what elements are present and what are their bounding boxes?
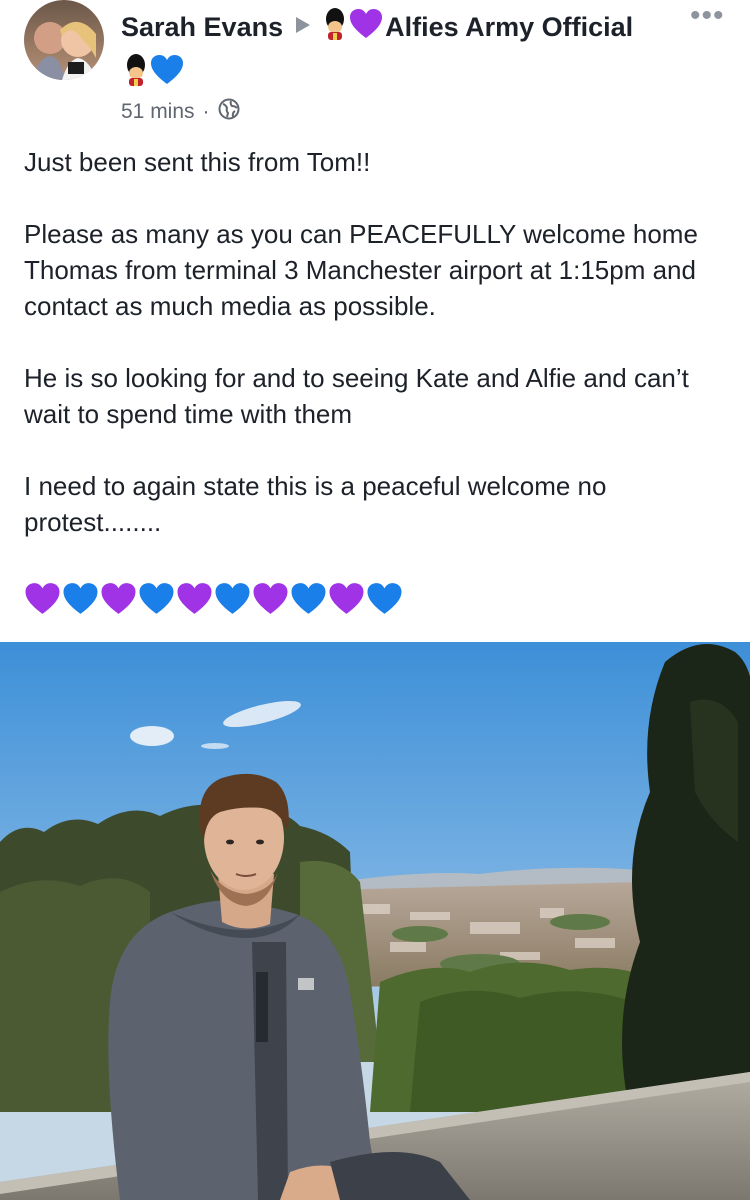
- guard-icon: [122, 54, 150, 91]
- purple-heart-icon: [176, 582, 213, 621]
- globe-icon: [218, 98, 240, 126]
- purple-heart-icon: [349, 8, 383, 47]
- avatar[interactable]: [24, 0, 104, 80]
- post-body: Just been sent this from Tom!! Please as…: [24, 144, 724, 576]
- group-name[interactable]: Alfies Army Official: [385, 12, 633, 43]
- blue-heart-icon: [62, 582, 99, 621]
- post-header: Sarah Evans Alfies Army Official ••• 51 …: [0, 0, 750, 130]
- guard-icon: [321, 8, 349, 47]
- group-emojis-continued: [122, 54, 184, 91]
- more-options-icon[interactable]: •••: [690, 1, 725, 31]
- purple-heart-icon: [252, 582, 289, 621]
- group-emojis: [321, 8, 383, 47]
- post-paragraph: I need to again state this is a peaceful…: [24, 471, 607, 537]
- post-paragraph: He is so looking for and to seeing Kate …: [24, 363, 689, 429]
- blue-heart-icon: [150, 54, 184, 91]
- blue-heart-icon: [290, 582, 327, 621]
- post-meta: 51 mins ·: [121, 98, 240, 126]
- purple-heart-icon: [100, 582, 137, 621]
- purple-heart-icon: [328, 582, 365, 621]
- blue-heart-icon: [366, 582, 403, 621]
- post-photo[interactable]: [0, 642, 750, 1200]
- post-paragraph: Please as many as you can PEACEFULLY wel…: [24, 219, 698, 321]
- author-name[interactable]: Sarah Evans: [121, 12, 283, 43]
- play-arrow-icon: [295, 16, 311, 39]
- blue-heart-icon: [138, 582, 175, 621]
- heart-row: [24, 582, 403, 621]
- post-paragraph: Just been sent this from Tom!!: [24, 147, 371, 177]
- purple-heart-icon: [24, 582, 61, 621]
- post-title-line: Sarah Evans Alfies Army Official: [121, 8, 633, 47]
- meta-separator: ·: [202, 100, 210, 123]
- blue-heart-icon: [214, 582, 251, 621]
- post-time[interactable]: 51 mins: [121, 100, 195, 124]
